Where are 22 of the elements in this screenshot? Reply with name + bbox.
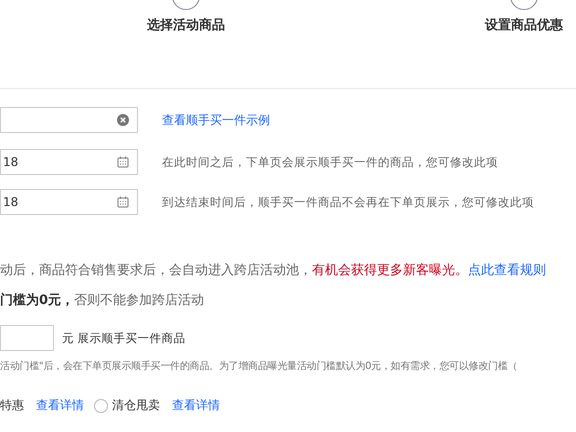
details-link[interactable]: 查看详情	[36, 397, 84, 414]
unit-label: 元 展示顺手买一件商品	[62, 330, 186, 346]
threshold-hint: 活动门槛"后，会在下单页展示顺手买一件的商品。为了增商品曝光量活动门槛默认为0元，如有需求，您可以修改门槛（	[0, 360, 518, 373]
requirement-text: 门槛为0元，否则不能参加跨店活动	[0, 292, 206, 309]
step-label: 设置商品优惠	[485, 16, 563, 34]
calendar-icon[interactable]	[117, 196, 129, 208]
step-label: 选择活动商品	[147, 16, 225, 34]
radio-button[interactable]	[94, 398, 108, 412]
example-link[interactable]: 查看顺手买一件示例	[162, 112, 270, 128]
clear-icon[interactable]	[117, 114, 129, 126]
calendar-icon[interactable]	[117, 156, 129, 168]
amount-field[interactable]	[0, 325, 54, 351]
field-hint: 到达结束时间后，顺手买一件商品不会再在下单页展示，您可修改此项	[162, 194, 534, 210]
notice-text: 动后，商品符合销售要求后，会自动进入跨店活动池，有机会获得更多新客曝光。点此查看规则	[0, 262, 547, 279]
type-option[interactable]: 清仓甩卖	[94, 397, 160, 414]
date-field[interactable]: 18	[0, 189, 138, 215]
field-hint: 在此时间之后，下单页会展示顺手买一件的商品，您可修改此项	[162, 154, 498, 170]
text-field[interactable]	[0, 107, 138, 133]
type-option[interactable]: 特惠	[0, 397, 24, 414]
details-link[interactable]: 查看详情	[172, 397, 220, 414]
rules-link[interactable]: 点此查看规则	[468, 263, 546, 278]
date-field[interactable]: 18	[0, 149, 138, 175]
